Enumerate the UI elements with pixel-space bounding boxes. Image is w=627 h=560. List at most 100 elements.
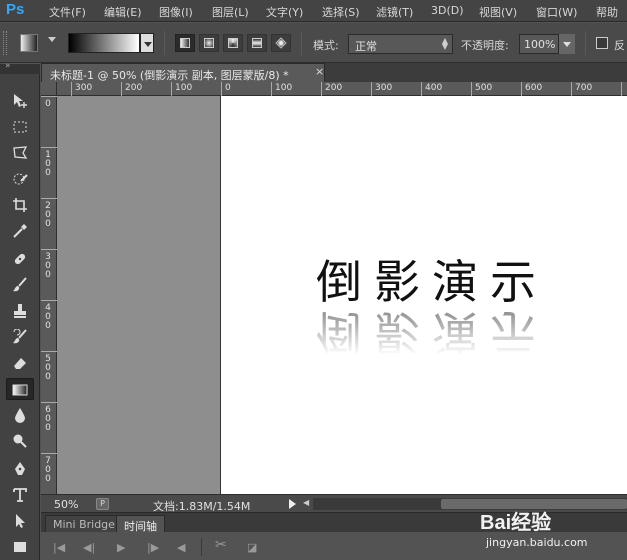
menu-window[interactable]: 窗口(W) xyxy=(536,4,577,20)
linear-gradient-icon xyxy=(180,38,190,48)
previous-frame-icon[interactable]: ◀| xyxy=(83,541,95,554)
angle-gradient-icon xyxy=(228,38,238,48)
next-frame-icon[interactable]: |▶ xyxy=(147,541,159,554)
reflected-gradient-button[interactable] xyxy=(247,34,267,52)
document-tab[interactable]: 未标题-1 @ 50% (倒影演示 副本, 图层蒙版/8) * xyxy=(41,63,325,82)
gradient-tool-preset-icon[interactable] xyxy=(20,34,38,52)
horizontal-ruler[interactable]: 300 200 100 0 100 200 300 400 500 600 70… xyxy=(57,82,627,96)
linear-gradient-button[interactable] xyxy=(175,34,195,52)
status-info-icon[interactable]: P xyxy=(96,498,109,510)
ruler-label: 300 xyxy=(375,83,393,93)
preset-dropdown-arrow-icon[interactable] xyxy=(48,37,56,42)
divider xyxy=(164,31,165,55)
ruler-tick xyxy=(41,300,57,301)
reverse-checkbox[interactable] xyxy=(596,37,608,49)
options-bar: 模式: 正常 ▲ ▼ 不透明度: 100% 反 xyxy=(0,23,627,63)
ruler-label: 500 xyxy=(45,354,51,382)
blur-tool-icon[interactable] xyxy=(6,404,34,426)
ruler-label: 100 xyxy=(45,150,51,178)
menu-select[interactable]: 选择(S) xyxy=(322,4,360,20)
menu-image[interactable]: 图像(I) xyxy=(159,4,193,20)
radial-gradient-icon xyxy=(204,38,214,48)
tab-timeline[interactable]: 时间轴 xyxy=(116,515,165,533)
ruler-tick xyxy=(271,82,272,96)
menu-view[interactable]: 视图(V) xyxy=(479,4,517,20)
vertical-ruler[interactable]: 0 100 200 300 400 500 600 700 xyxy=(41,96,57,494)
split-scissors-icon[interactable]: ✂ xyxy=(215,537,227,553)
menu-file[interactable]: 文件(F) xyxy=(49,4,86,20)
ruler-tick xyxy=(41,402,57,403)
eyedropper-tool-icon[interactable] xyxy=(6,220,34,242)
dodge-tool-icon[interactable] xyxy=(6,430,34,452)
document-canvas[interactable]: 倒影演示 倒影演示 xyxy=(221,96,627,494)
opacity-dropdown-button[interactable] xyxy=(558,34,575,54)
move-tool-icon[interactable] xyxy=(6,90,34,112)
ruler-label: 0 xyxy=(225,83,231,93)
ruler-label: 400 xyxy=(425,83,443,93)
marquee-tool-icon[interactable] xyxy=(6,116,34,138)
ruler-tick xyxy=(421,82,422,96)
crop-tool-icon[interactable] xyxy=(6,194,34,216)
close-icon[interactable]: × xyxy=(315,65,324,78)
menu-filter[interactable]: 滤镜(T) xyxy=(376,4,413,20)
angle-gradient-button[interactable] xyxy=(223,34,243,52)
options-grip-icon[interactable] xyxy=(3,31,7,55)
diamond-gradient-icon xyxy=(275,37,287,49)
ruler-label: 0 xyxy=(45,99,51,109)
menu-3d[interactable]: 3D(D) xyxy=(431,4,464,17)
menu-layer[interactable]: 图层(L) xyxy=(212,4,249,20)
ruler-label: 300 xyxy=(45,252,51,280)
menu-help[interactable]: 帮助 xyxy=(596,4,618,20)
history-brush-tool-icon[interactable] xyxy=(6,326,34,348)
reflected-gradient-icon xyxy=(252,38,262,48)
quick-selection-tool-icon[interactable] xyxy=(6,168,34,190)
rectangle-tool-icon[interactable] xyxy=(6,536,34,558)
healing-brush-tool-icon[interactable] xyxy=(6,248,34,270)
ruler-tick xyxy=(321,82,322,96)
gradient-editor-swatch[interactable] xyxy=(68,33,140,53)
photoshop-logo: Ps xyxy=(6,1,25,18)
clone-stamp-tool-icon[interactable] xyxy=(6,300,34,322)
audio-icon[interactable]: ◀ xyxy=(177,541,185,554)
gradient-tool-icon[interactable] xyxy=(6,378,34,400)
zoom-level[interactable]: 50% xyxy=(54,498,78,511)
divider xyxy=(301,31,302,55)
ruler-tick xyxy=(41,453,57,454)
menu-type[interactable]: 文字(Y) xyxy=(266,4,303,20)
ruler-label: 400 xyxy=(45,303,51,331)
diamond-gradient-button[interactable] xyxy=(271,34,291,52)
eraser-tool-icon[interactable] xyxy=(6,352,34,374)
pen-tool-icon[interactable] xyxy=(6,458,34,480)
opacity-label: 不透明度: xyxy=(461,39,509,52)
type-tool-icon[interactable] xyxy=(6,484,34,506)
lasso-tool-icon[interactable] xyxy=(6,142,34,164)
ruler-label: 500 xyxy=(475,83,493,93)
status-menu-arrow-icon[interactable] xyxy=(289,499,296,509)
tab-label: Mini Bridge xyxy=(53,518,115,531)
blend-mode-select[interactable]: 正常 ▲ ▼ xyxy=(348,34,453,54)
divider xyxy=(201,538,202,556)
divider xyxy=(585,31,586,55)
menu-bar: Ps 文件(F) 编辑(E) 图像(I) 图层(L) 文字(Y) 选择(S) 滤… xyxy=(0,0,627,22)
transition-icon[interactable]: ◪ xyxy=(247,541,257,554)
ruler-label: 700 xyxy=(575,83,593,93)
ruler-label: 700 xyxy=(45,456,51,484)
first-frame-icon[interactable]: |◀ xyxy=(53,541,65,554)
play-icon[interactable]: ▶ xyxy=(117,541,125,554)
baidu-watermark: Bai经验 jingyan.baidu.com xyxy=(480,506,620,552)
panel-collapse-icon[interactable] xyxy=(0,61,40,74)
reflection-text-layer[interactable]: 倒影演示 xyxy=(316,302,548,368)
radial-gradient-button[interactable] xyxy=(199,34,219,52)
ruler-label: 600 xyxy=(525,83,543,93)
pasteboard[interactable]: 倒影演示 倒影演示 xyxy=(57,96,627,494)
brush-tool-icon[interactable] xyxy=(6,274,34,296)
ruler-tick xyxy=(371,82,372,96)
scroll-left-arrow-icon[interactable]: ◀ xyxy=(303,498,309,507)
gradient-picker-dropdown[interactable] xyxy=(140,33,154,53)
ruler-tick xyxy=(41,96,57,97)
document-tab-title: 未标题-1 @ 50% (倒影演示 副本, 图层蒙版/8) * xyxy=(50,69,289,82)
menu-edit[interactable]: 编辑(E) xyxy=(104,4,142,20)
tab-mini-bridge[interactable]: Mini Bridge xyxy=(45,515,123,533)
path-selection-tool-icon[interactable] xyxy=(6,510,34,532)
ruler-origin[interactable] xyxy=(41,82,57,96)
